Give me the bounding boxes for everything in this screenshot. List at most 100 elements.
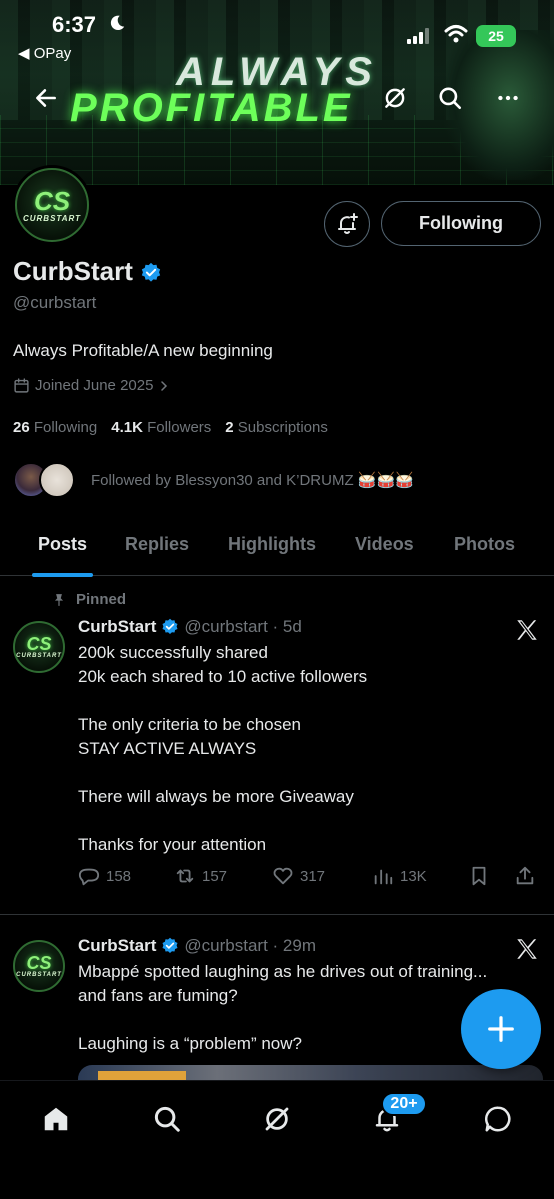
post-header: CurbStart @curbstart · 29m xyxy=(78,936,316,956)
compose-post-button[interactable] xyxy=(461,989,541,1069)
pin-icon xyxy=(54,593,64,606)
cellular-signal-icon xyxy=(407,28,429,44)
joined-date-row[interactable]: Joined June 2025 xyxy=(13,377,170,394)
notifications-badge: 20+ xyxy=(381,1092,427,1116)
share-button[interactable] xyxy=(514,865,536,887)
like-count: 317 xyxy=(300,867,326,885)
post-paragraph: There will always be more Giveaway xyxy=(78,787,354,806)
post-avatar[interactable]: CS CURBSTART xyxy=(13,940,65,992)
search-icon xyxy=(154,1106,180,1132)
verified-badge-icon xyxy=(162,618,178,635)
verified-badge-icon xyxy=(162,937,178,954)
bookmark-button[interactable] xyxy=(468,865,490,887)
post-author-name[interactable]: CurbStart xyxy=(78,617,156,637)
verified-badge-icon[interactable] xyxy=(140,262,162,284)
grok-button[interactable] xyxy=(375,78,415,118)
search-icon xyxy=(439,87,462,110)
back-button[interactable] xyxy=(26,78,66,118)
share-icon xyxy=(516,866,534,885)
post-handle-time: @curbstart · 5d xyxy=(184,617,302,636)
repost-button[interactable]: 157 xyxy=(174,865,227,887)
follower-avatar xyxy=(39,462,75,498)
joined-date: Joined June 2025 xyxy=(35,377,154,394)
post-actions: 158 157 317 13K xyxy=(78,865,538,889)
focus-moon-icon xyxy=(110,15,125,31)
followed-by-row[interactable]: Followed by Blessyon30 and K’DRUMZ 🥁🥁🥁 xyxy=(13,462,414,498)
profile-bio: Always Profitable/A new beginning xyxy=(13,341,273,360)
avatar-logo-mark: CS xyxy=(33,185,71,216)
post-divider xyxy=(0,914,554,915)
post-avatar[interactable]: CS CURBSTART xyxy=(13,621,65,673)
status-time: 6:37 xyxy=(52,12,97,37)
profile-avatar[interactable]: CS CURBSTART xyxy=(12,165,92,245)
post-author-name[interactable]: CurbStart xyxy=(78,936,156,956)
following-stat[interactable]: 26 Following xyxy=(13,419,97,436)
more-dots-icon xyxy=(498,95,518,101)
post-avatar-logo-mark: CS xyxy=(26,634,52,654)
wifi-icon xyxy=(444,25,468,43)
search-button[interactable] xyxy=(430,78,470,118)
post-body[interactable]: 200k successfully shared 20k each shared… xyxy=(78,641,528,857)
post-paragraph: Mbappé spotted laughing as he drives out… xyxy=(78,962,488,1005)
repost-icon xyxy=(176,869,194,883)
following-button[interactable]: Following xyxy=(381,201,541,246)
post-avatar-logo-text: CURBSTART xyxy=(16,653,62,659)
profile-handle: @curbstart xyxy=(13,293,97,312)
profile-tabs: Posts Replies Highlights Videos Photos xyxy=(0,524,554,577)
x-logo-icon[interactable] xyxy=(514,617,540,643)
reply-count: 158 xyxy=(106,867,132,885)
repost-count: 157 xyxy=(202,867,228,885)
banner-title-line2: PROFITABLE xyxy=(70,86,353,130)
tab-videos[interactable]: Videos xyxy=(355,534,414,555)
post-header: CurbStart @curbstart · 5d xyxy=(78,617,302,637)
reply-button[interactable]: 158 xyxy=(78,865,131,887)
followed-by-text: Followed by Blessyon30 and K’DRUMZ 🥁🥁🥁 xyxy=(91,472,414,489)
chevron-right-icon xyxy=(161,380,168,391)
bookmark-icon xyxy=(472,866,486,886)
plus-icon xyxy=(488,1016,514,1042)
subscriptions-stat[interactable]: 2 Subscriptions xyxy=(225,419,328,436)
like-button[interactable]: 317 xyxy=(272,865,325,887)
tab-highlights[interactable]: Highlights xyxy=(228,534,316,555)
tab-replies[interactable]: Replies xyxy=(125,534,189,555)
nav-search[interactable] xyxy=(149,1101,185,1137)
arrow-left-icon xyxy=(36,89,56,107)
tab-posts[interactable]: Posts xyxy=(38,534,87,555)
heart-icon xyxy=(273,867,293,885)
battery-indicator: 25 xyxy=(476,25,516,47)
bottom-navigation xyxy=(0,1080,554,1199)
post-avatar-logo-mark: CS xyxy=(26,953,52,973)
nav-messages[interactable] xyxy=(480,1101,516,1137)
home-icon xyxy=(44,1107,68,1131)
active-tab-indicator xyxy=(32,573,93,577)
views-button[interactable]: 13K xyxy=(372,865,427,887)
profile-stats: 26 Following 4.1K Followers 2 Subscripti… xyxy=(13,419,328,436)
post-paragraph: The only criteria to be chosen STAY ACTI… xyxy=(78,715,302,758)
pinned-label: Pinned xyxy=(76,591,127,608)
calendar-icon xyxy=(14,378,29,393)
view-count: 13K xyxy=(400,867,427,885)
bell-plus-icon xyxy=(338,213,358,234)
tab-photos[interactable]: Photos xyxy=(454,534,515,555)
profile-name: CurbStart xyxy=(13,256,133,286)
post-avatar-logo-text: CURBSTART xyxy=(16,972,62,978)
notify-bell-button[interactable] xyxy=(324,201,370,247)
nav-grok[interactable] xyxy=(259,1101,295,1137)
nav-home[interactable] xyxy=(38,1101,74,1137)
analytics-bars-icon xyxy=(374,869,393,885)
post-handle-time: @curbstart · 29m xyxy=(184,936,316,955)
grok-icon xyxy=(385,88,405,108)
pinned-label-row: Pinned xyxy=(52,591,126,608)
post-paragraph: Thanks for your attention xyxy=(78,835,267,854)
avatar-logo-text: CURBSTART xyxy=(22,213,82,223)
avatar-logo: CS CURBSTART xyxy=(15,168,89,242)
back-to-app-link[interactable]: ◀ OPay xyxy=(18,44,71,62)
message-bubble-icon xyxy=(485,1106,511,1132)
grok-icon xyxy=(265,1107,289,1131)
followers-stat[interactable]: 4.1K Followers xyxy=(111,419,211,436)
profile-name-row: CurbStart xyxy=(13,256,162,287)
more-options-button[interactable] xyxy=(488,78,528,118)
x-logo-icon[interactable] xyxy=(514,936,540,962)
post-paragraph: 200k successfully shared 20k each shared… xyxy=(78,643,368,686)
reply-bubble-icon xyxy=(78,868,100,886)
